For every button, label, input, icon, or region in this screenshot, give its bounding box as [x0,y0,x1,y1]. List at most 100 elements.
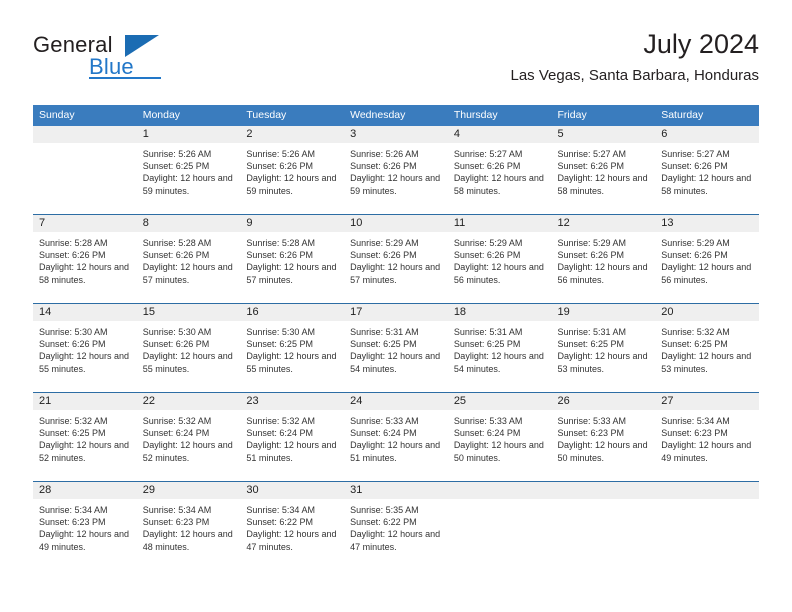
calendar-day-cell[interactable]: 24 Sunrise: 5:33 AM Sunset: 6:24 PM Dayligh… [344,392,448,482]
calendar-day-cell[interactable]: 4 Sunrise: 5:27 AM Sunset: 6:26 PM Daylight… [447,126,552,215]
calendar-day-cell[interactable]: 14 Sunrise: 5:30 AM Sunset: 6:26 PM Dayligh… [33,303,137,393]
calendar-day-cell[interactable]: 7 Sunrise: 5:28 AM Sunset: 6:26 PM Daylight… [33,214,137,304]
sunrise-text: Sunrise: 5:31 AM [557,327,627,337]
day-sun-info: Sunrise: 5:32 AM Sunset: 6:24 PM Daylight:… [240,410,344,464]
sunrise-text: Sunrise: 5:32 AM [142,416,212,426]
day-number: 5 [551,126,656,143]
daylight-text: Daylight: 12 hours and 50 minutes. [557,440,648,463]
day-sun-info: Sunrise: 5:29 AM Sunset: 6:26 PM Daylight:… [344,232,448,286]
day-number [655,482,759,499]
sunset-text: Sunset: 6:25 PM [39,428,106,439]
sunset-text: Sunset: 6:25 PM [661,339,728,350]
title-block: July 2024 Las Vegas, Santa Barbara, Hond… [511,28,760,86]
day-number: 17 [344,304,448,321]
calendar-day-cell[interactable]: 5 Sunrise: 5:27 AM Sunset: 6:26 PM Daylight… [551,126,656,215]
sunrise-text: Sunrise: 5:27 AM [557,149,627,159]
daylight-text: Daylight: 12 hours and 58 minutes. [661,173,752,196]
sunrise-text: Sunrise: 5:29 AM [350,238,419,248]
sunrise-text: Sunrise: 5:34 AM [661,416,730,426]
sunrise-text: Sunrise: 5:27 AM [453,149,523,159]
daylight-text: Daylight: 12 hours and 52 minutes. [142,440,233,463]
calendar-day-cell[interactable]: 21 Sunrise: 5:32 AM Sunset: 6:25 PM Dayligh… [33,392,137,482]
daylight-text: Daylight: 12 hours and 58 minutes. [39,262,130,285]
calendar-day-cell[interactable]: 28 Sunrise: 5:34 AM Sunset: 6:23 PM Dayligh… [33,481,137,570]
day-sun-info: Sunrise: 5:33 AM Sunset: 6:23 PM Daylight:… [552,410,656,464]
day-number: 22 [136,393,241,410]
daylight-text: Daylight: 12 hours and 57 minutes. [350,262,441,285]
day-sun-info: Sunrise: 5:34 AM Sunset: 6:22 PM Daylight:… [240,499,344,553]
sunset-text: Sunset: 6:24 PM [453,428,521,439]
daylight-text: Daylight: 12 hours and 54 minutes. [350,351,441,374]
calendar-day-cell[interactable]: 2 Sunrise: 5:26 AM Sunset: 6:26 PM Daylight… [240,126,345,215]
day-sun-info: Sunrise: 5:34 AM Sunset: 6:23 PM Daylight:… [33,499,137,553]
sunrise-text: Sunrise: 5:28 AM [39,238,108,248]
calendar-body: 1 Sunrise: 5:26 AM Sunset: 6:25 PM Daylight… [33,126,759,570]
calendar-week-row: 7 Sunrise: 5:28 AM Sunset: 6:26 PM Daylight… [33,214,759,304]
day-sun-info: Sunrise: 5:26 AM Sunset: 6:26 PM Daylight:… [240,143,344,197]
calendar-day-cell[interactable]: 1 Sunrise: 5:26 AM Sunset: 6:25 PM Daylight… [136,126,241,215]
calendar-day-cell[interactable]: 17 Sunrise: 5:31 AM Sunset: 6:25 PM Dayligh… [344,303,448,393]
calendar-day-cell[interactable]: 29 Sunrise: 5:34 AM Sunset: 6:23 PM Dayligh… [136,481,241,570]
calendar-day-cell[interactable]: 18 Sunrise: 5:31 AM Sunset: 6:25 PM Dayligh… [447,303,552,393]
sunrise-text: Sunrise: 5:34 AM [246,505,315,515]
sunset-text: Sunset: 6:26 PM [246,250,313,261]
day-number: 9 [240,215,345,232]
calendar-day-cell[interactable]: 3 Sunrise: 5:26 AM Sunset: 6:26 PM Daylight… [344,126,448,215]
daylight-text: Daylight: 12 hours and 56 minutes. [557,262,648,285]
calendar-day-cell[interactable]: 26 Sunrise: 5:33 AM Sunset: 6:23 PM Dayligh… [551,392,656,482]
day-sun-info: Sunrise: 5:33 AM Sunset: 6:24 PM Daylight:… [448,410,552,464]
day-number: 3 [344,126,448,143]
day-sun-info: Sunrise: 5:34 AM Sunset: 6:23 PM Daylight:… [137,499,241,553]
calendar-day-cell[interactable]: 9 Sunrise: 5:28 AM Sunset: 6:26 PM Daylight… [240,214,345,304]
calendar-day-cell[interactable]: 25 Sunrise: 5:33 AM Sunset: 6:24 PM Dayligh… [447,392,552,482]
daylight-text: Daylight: 12 hours and 59 minutes. [246,173,337,196]
calendar-day-cell[interactable]: 12 Sunrise: 5:29 AM Sunset: 6:26 PM Dayligh… [551,214,656,304]
daylight-text: Daylight: 12 hours and 55 minutes. [142,351,233,374]
sunset-text: Sunset: 6:26 PM [350,250,417,261]
sunset-text: Sunset: 6:26 PM [39,339,106,350]
calendar-day-cell[interactable]: 8 Sunrise: 5:28 AM Sunset: 6:26 PM Daylight… [136,214,241,304]
sunrise-text: Sunrise: 5:27 AM [661,149,730,159]
day-number: 29 [136,482,241,499]
sunrise-text: Sunrise: 5:26 AM [246,149,315,159]
calendar-day-cell[interactable]: 16 Sunrise: 5:30 AM Sunset: 6:25 PM Dayligh… [240,303,345,393]
sunrise-text: Sunrise: 5:29 AM [453,238,523,248]
day-number: 16 [240,304,345,321]
general-blue-logo[interactable]: General Blue [33,32,243,88]
sunset-text: Sunset: 6:26 PM [453,250,521,261]
sunrise-text: Sunrise: 5:29 AM [557,238,627,248]
calendar-grid: Sunday Monday Tuesday Wednesday Thursday… [33,105,759,570]
sunrise-text: Sunrise: 5:28 AM [142,238,212,248]
calendar-day-cell[interactable]: 11 Sunrise: 5:29 AM Sunset: 6:26 PM Dayligh… [447,214,552,304]
calendar-day-cell[interactable]: 23 Sunrise: 5:32 AM Sunset: 6:24 PM Dayligh… [240,392,345,482]
sunset-text: Sunset: 6:23 PM [557,428,625,439]
calendar-day-cell[interactable]: 13 Sunrise: 5:29 AM Sunset: 6:26 PM Dayligh… [655,214,759,304]
calendar-day-cell[interactable]: 6 Sunrise: 5:27 AM Sunset: 6:26 PM Daylight… [655,126,759,215]
daylight-text: Daylight: 12 hours and 52 minutes. [39,440,130,463]
calendar-day-cell[interactable]: 30 Sunrise: 5:34 AM Sunset: 6:22 PM Dayligh… [240,481,345,570]
sunrise-text: Sunrise: 5:32 AM [39,416,108,426]
sunset-text: Sunset: 6:26 PM [39,250,106,261]
calendar-day-cell[interactable]: 10 Sunrise: 5:29 AM Sunset: 6:26 PM Dayligh… [344,214,448,304]
calendar-header-row: Sunday Monday Tuesday Wednesday Thursday… [33,105,759,126]
daylight-text: Daylight: 12 hours and 48 minutes. [142,529,233,552]
sunset-text: Sunset: 6:26 PM [557,250,625,261]
day-number: 28 [33,482,137,499]
weekday-header-saturday: Saturday [655,105,759,126]
calendar-day-cell[interactable]: 22 Sunrise: 5:32 AM Sunset: 6:24 PM Dayligh… [136,392,241,482]
calendar-day-cell[interactable]: 27 Sunrise: 5:34 AM Sunset: 6:23 PM Dayligh… [655,392,759,482]
day-sun-info: Sunrise: 5:28 AM Sunset: 6:26 PM Daylight:… [240,232,344,286]
calendar-day-cell[interactable]: 15 Sunrise: 5:30 AM Sunset: 6:26 PM Dayligh… [136,303,241,393]
sunset-text: Sunset: 6:26 PM [142,339,210,350]
sunrise-text: Sunrise: 5:35 AM [350,505,419,515]
sunrise-text: Sunrise: 5:26 AM [350,149,419,159]
day-number: 27 [655,393,759,410]
daylight-text: Daylight: 12 hours and 55 minutes. [246,351,337,374]
day-sun-info: Sunrise: 5:32 AM Sunset: 6:25 PM Daylight:… [33,410,137,464]
daylight-text: Daylight: 12 hours and 53 minutes. [661,351,752,374]
calendar-day-cell[interactable]: 31 Sunrise: 5:35 AM Sunset: 6:22 PM Dayligh… [344,481,448,570]
calendar-day-cell[interactable]: 19 Sunrise: 5:31 AM Sunset: 6:25 PM Dayligh… [551,303,656,393]
day-sun-info: Sunrise: 5:27 AM Sunset: 6:26 PM Daylight:… [655,143,759,197]
day-sun-info: Sunrise: 5:29 AM Sunset: 6:26 PM Daylight:… [655,232,759,286]
calendar-day-cell[interactable]: 20 Sunrise: 5:32 AM Sunset: 6:25 PM Dayligh… [655,303,759,393]
